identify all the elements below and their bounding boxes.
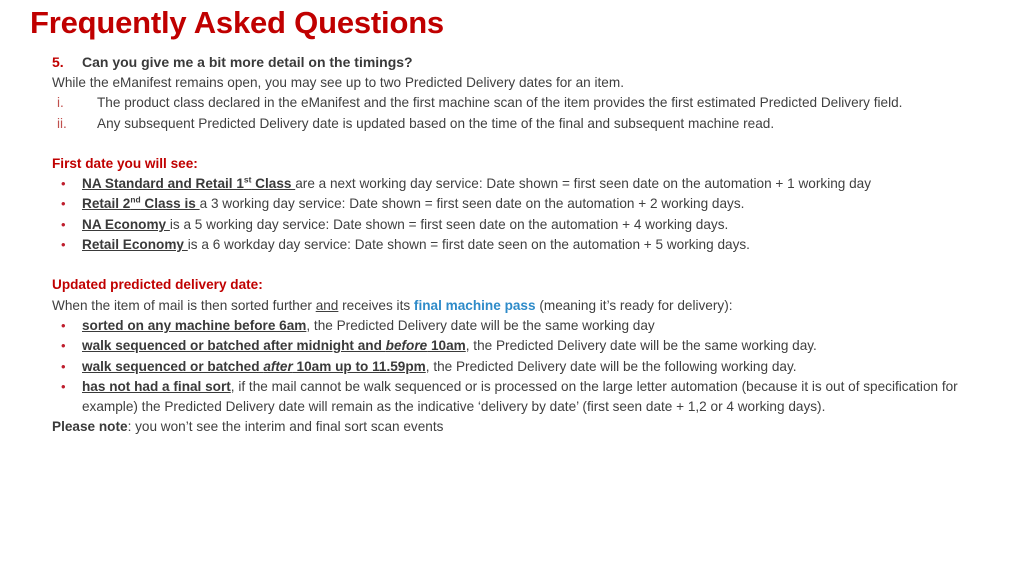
list-item-text: , the Predicted Delivery date will be th…	[465, 338, 817, 354]
roman-item-text: Any subsequent Predicted Delivery date i…	[97, 115, 775, 131]
list-item-lead: NA Standard and Retail 1st Class	[82, 175, 296, 192]
lead-bold-b: 10am up to 11.59pm	[292, 358, 426, 374]
roman-marker: i.	[57, 95, 64, 111]
list-item: • walk sequenced or batched after 10am u…	[52, 357, 1014, 377]
bullet-icon: •	[61, 378, 66, 394]
list-item-text: is a 6 workday day service: Date shown =…	[187, 237, 750, 253]
list-item: • walk sequenced or batched after midnig…	[52, 336, 1014, 356]
list-item-lead: Retail Economy	[82, 237, 188, 252]
list-item-lead: NA Economy	[82, 217, 170, 232]
list-item-text: are a next working day service: Date sho…	[295, 176, 872, 192]
lead-bold-a: walk sequenced or batched	[82, 358, 264, 374]
please-note-label: Please note	[52, 419, 128, 435]
list-item-lead: has not had a final sort	[82, 379, 231, 394]
bullet-icon: •	[61, 358, 66, 374]
slide-body: 5. Can you give me a bit more detail on …	[52, 52, 1014, 438]
updated-lead-line: When the item of mail is then sorted fur…	[52, 296, 1014, 316]
list-item: • sorted on any machine before 6am, the …	[52, 316, 1014, 336]
bullet-icon: •	[61, 338, 66, 354]
lead-italic: after	[263, 358, 293, 374]
list-item: • has not had a final sort, if the mail …	[52, 377, 1014, 418]
question-number: 5.	[52, 54, 64, 70]
lead-pre: NA Economy	[82, 216, 170, 232]
lead-bold-a: walk sequenced or batched after midnight…	[82, 338, 386, 354]
please-note-line: Please note: you won’t see the interim a…	[52, 417, 1014, 437]
lead-superscript: nd	[130, 194, 141, 205]
bullet-icon: •	[61, 237, 66, 253]
list-item: • Retail Economy is a 6 workday day serv…	[52, 235, 1014, 255]
roman-list-item: ii. Any subsequent Predicted Delivery da…	[52, 114, 1014, 134]
list-item-lead: walk sequenced or batched after midnight…	[82, 338, 466, 353]
list-item: • NA Economy is a 5 working day service:…	[52, 215, 1014, 235]
lead-part-three: (meaning it’s ready for delivery):	[535, 297, 733, 313]
list-item-lead: sorted on any machine before 6am	[82, 318, 306, 333]
lead-post: Class is	[140, 196, 200, 212]
bullet-icon: •	[61, 317, 66, 333]
please-note-text: : you won’t see the interim and final so…	[127, 419, 444, 435]
section-heading-updated-date: Updated predicted delivery date:	[52, 277, 263, 293]
final-machine-pass-highlight: final machine pass	[413, 297, 536, 313]
lead-underlined-and: and	[315, 297, 339, 313]
question-line: 5. Can you give me a bit more detail on …	[52, 52, 1014, 73]
lead-bold-b: 10am	[427, 338, 466, 354]
page-title: Frequently Asked Questions	[30, 5, 444, 40]
roman-item-text: The product class declared in the eManif…	[97, 95, 903, 111]
list-item-text: is a 5 working day service: Date shown =…	[169, 216, 729, 232]
question-text: Can you give me a bit more detail on the…	[82, 54, 413, 70]
list-item-lead: walk sequenced or batched after 10am up …	[82, 359, 426, 374]
list-item-lead: Retail 2nd Class is	[82, 194, 200, 212]
roman-list-item: i. The product class declared in the eMa…	[52, 93, 1014, 113]
slide-canvas: Frequently Asked Questions 5. Can you gi…	[0, 0, 1024, 576]
lead-pre: Retail 2	[82, 196, 131, 212]
list-item: • Retail 2nd Class is a 3 working day se…	[52, 194, 1014, 214]
lead-bold-a: sorted on any machine before 6am	[82, 317, 307, 333]
list-item-text: , the Predicted Delivery date will be th…	[425, 358, 797, 374]
list-item-text: a 3 working day service: Date shown = fi…	[199, 196, 745, 212]
lead-pre: Retail Economy	[82, 237, 188, 253]
lead-italic: before	[385, 338, 428, 354]
list-item-text: , the Predicted Delivery date will be th…	[306, 317, 655, 333]
roman-marker: ii.	[57, 115, 67, 131]
lead-bold-a: has not had a final sort	[82, 378, 231, 394]
bullet-icon: •	[61, 196, 66, 212]
section-heading-first-date: First date you will see:	[52, 155, 198, 171]
bullet-icon: •	[61, 216, 66, 232]
lead-part-one: When the item of mail is then sorted fur…	[52, 297, 316, 313]
lead-post: Class	[251, 176, 296, 192]
lead-pre: NA Standard and Retail 1	[82, 176, 244, 192]
list-item: • NA Standard and Retail 1st Class are a…	[52, 174, 1014, 194]
intro-text: While the eManifest remains open, you ma…	[52, 75, 624, 90]
bullet-icon: •	[61, 176, 66, 192]
lead-part-two: receives its	[338, 297, 414, 313]
